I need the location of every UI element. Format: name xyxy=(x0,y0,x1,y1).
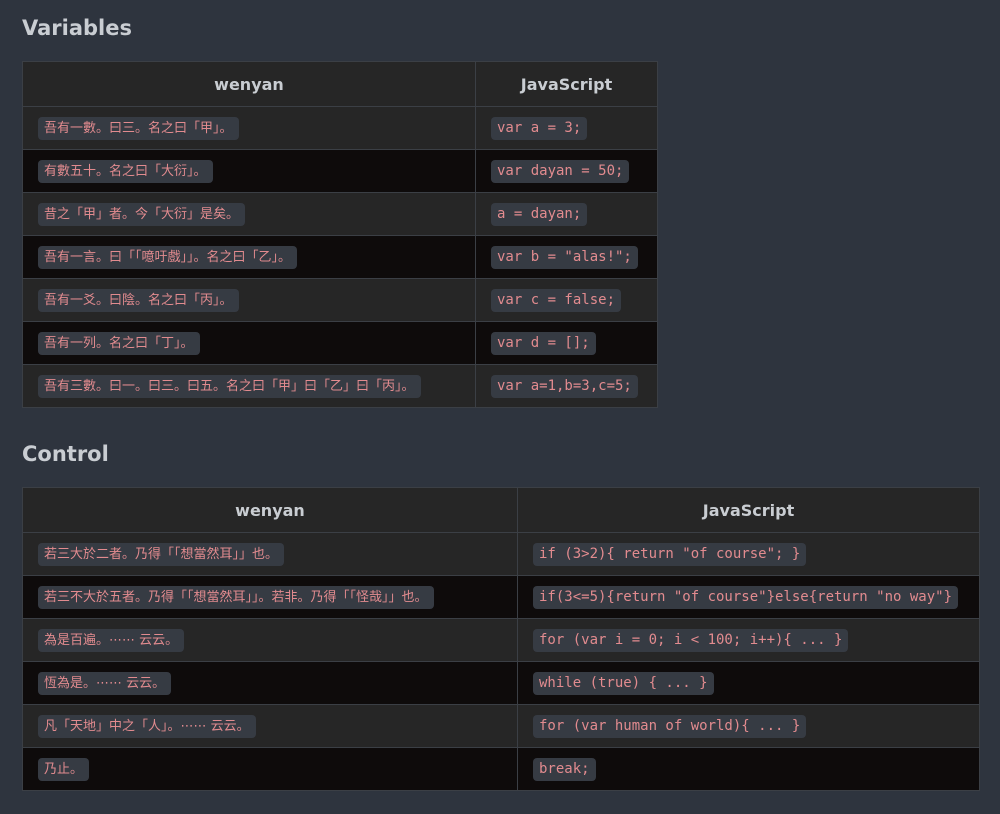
table-row: 若三不大於五者。乃得「「想當然耳」」。若非。乃得「「怪哉」」也。 if(3<=5… xyxy=(22,575,980,619)
javascript-cell: var d = []; xyxy=(475,321,658,365)
javascript-code: for (var i = 0; i < 100; i++){ ... } xyxy=(533,628,849,652)
wenyan-cell: 若三大於二者。乃得「「想當然耳」」也。 xyxy=(22,532,518,576)
javascript-cell: var c = false; xyxy=(475,278,658,322)
wenyan-code: 為是百遍。⋯⋯ 云云。 xyxy=(38,628,185,652)
javascript-code: var c = false; xyxy=(491,288,622,312)
table-row: 乃止。 break; xyxy=(22,747,980,791)
table-row: 若三大於二者。乃得「「想當然耳」」也。 if (3>2){ return "of… xyxy=(22,532,980,576)
javascript-cell: a = dayan; xyxy=(475,192,658,236)
table-row: 凡「天地」中之「人」。⋯⋯ 云云。 for (var human of worl… xyxy=(22,704,980,748)
wenyan-cell: 昔之「甲」者。今「大衍」是矣。 xyxy=(22,192,476,236)
table-row: 吾有一數。曰三。名之曰「甲」。 var a = 3; xyxy=(22,106,658,150)
wenyan-cell: 吾有一爻。曰陰。名之曰「丙」。 xyxy=(22,278,476,322)
javascript-cell: for (var i = 0; i < 100; i++){ ... } xyxy=(517,618,980,662)
table-row: 昔之「甲」者。今「大衍」是矣。 a = dayan; xyxy=(22,192,658,236)
wenyan-code: 吾有三數。曰一。曰三。曰五。名之曰「甲」曰「乙」曰「丙」。 xyxy=(38,374,421,398)
section-title-control: Control xyxy=(22,442,109,466)
wenyan-cell: 吾有三數。曰一。曰三。曰五。名之曰「甲」曰「乙」曰「丙」。 xyxy=(22,364,476,408)
column-header-wenyan: wenyan xyxy=(22,487,518,533)
javascript-cell: break; xyxy=(517,747,980,791)
wenyan-cell: 恆為是。⋯⋯ 云云。 xyxy=(22,661,518,705)
javascript-cell: while (true) { ... } xyxy=(517,661,980,705)
javascript-code: a = dayan; xyxy=(491,202,588,226)
column-header-javascript: JavaScript xyxy=(517,487,980,533)
wenyan-code: 乃止。 xyxy=(38,757,90,781)
javascript-cell: if (3>2){ return "of course"; } xyxy=(517,532,980,576)
column-header-javascript: JavaScript xyxy=(475,61,658,107)
wenyan-code: 吾有一數。曰三。名之曰「甲」。 xyxy=(38,116,239,140)
javascript-cell: var a = 3; xyxy=(475,106,658,150)
table-header-row: wenyan JavaScript xyxy=(22,61,658,107)
wenyan-code: 若三不大於五者。乃得「「想當然耳」」。若非。乃得「「怪哉」」也。 xyxy=(38,585,434,609)
wenyan-cell: 吾有一列。名之曰「丁」。 xyxy=(22,321,476,365)
wenyan-cell: 吾有一數。曰三。名之曰「甲」。 xyxy=(22,106,476,150)
wenyan-code: 吾有一列。名之曰「丁」。 xyxy=(38,331,200,355)
javascript-code: if (3>2){ return "of course"; } xyxy=(533,542,807,566)
javascript-cell: var dayan = 50; xyxy=(475,149,658,193)
wenyan-cell: 凡「天地」中之「人」。⋯⋯ 云云。 xyxy=(22,704,518,748)
wenyan-code: 吾有一爻。曰陰。名之曰「丙」。 xyxy=(38,288,239,312)
table-row: 有數五十。名之曰「大衍」。 var dayan = 50; xyxy=(22,149,658,193)
wenyan-code: 若三大於二者。乃得「「想當然耳」」也。 xyxy=(38,542,285,566)
table-row: 吾有一言。曰「「噫吁戲」」。名之曰「乙」。 var b = "alas!"; xyxy=(22,235,658,279)
javascript-code: while (true) { ... } xyxy=(533,671,714,695)
javascript-code: for (var human of world){ ... } xyxy=(533,714,807,738)
table-row: 吾有三數。曰一。曰三。曰五。名之曰「甲」曰「乙」曰「丙」。 var a=1,b=… xyxy=(22,364,658,408)
table-header-row: wenyan JavaScript xyxy=(22,487,980,533)
table-row: 為是百遍。⋯⋯ 云云。 for (var i = 0; i < 100; i++… xyxy=(22,618,980,662)
javascript-code: var dayan = 50; xyxy=(491,159,630,183)
wenyan-cell: 為是百遍。⋯⋯ 云云。 xyxy=(22,618,518,662)
javascript-cell: for (var human of world){ ... } xyxy=(517,704,980,748)
wenyan-code: 凡「天地」中之「人」。⋯⋯ 云云。 xyxy=(38,714,256,738)
table-row: 吾有一爻。曰陰。名之曰「丙」。 var c = false; xyxy=(22,278,658,322)
wenyan-cell: 若三不大於五者。乃得「「想當然耳」」。若非。乃得「「怪哉」」也。 xyxy=(22,575,518,619)
control-table: wenyan JavaScript 若三大於二者。乃得「「想當然耳」」也。 if… xyxy=(22,487,980,791)
javascript-code: var a=1,b=3,c=5; xyxy=(491,374,638,398)
wenyan-code: 有數五十。名之曰「大衍」。 xyxy=(38,159,213,183)
wenyan-cell: 有數五十。名之曰「大衍」。 xyxy=(22,149,476,193)
javascript-code: var b = "alas!"; xyxy=(491,245,638,269)
javascript-code: if(3<=5){return "of course"}else{return … xyxy=(533,585,959,609)
wenyan-cell: 吾有一言。曰「「噫吁戲」」。名之曰「乙」。 xyxy=(22,235,476,279)
wenyan-code: 恆為是。⋯⋯ 云云。 xyxy=(38,671,172,695)
wenyan-code: 昔之「甲」者。今「大衍」是矣。 xyxy=(38,202,246,226)
javascript-cell: var a=1,b=3,c=5; xyxy=(475,364,658,408)
javascript-code: var a = 3; xyxy=(491,116,588,140)
table-row: 恆為是。⋯⋯ 云云。 while (true) { ... } xyxy=(22,661,980,705)
wenyan-code: 吾有一言。曰「「噫吁戲」」。名之曰「乙」。 xyxy=(38,245,298,269)
section-title-variables: Variables xyxy=(22,16,132,40)
javascript-code: var d = []; xyxy=(491,331,596,355)
javascript-code: break; xyxy=(533,757,596,781)
table-row: 吾有一列。名之曰「丁」。 var d = []; xyxy=(22,321,658,365)
column-header-wenyan: wenyan xyxy=(22,61,476,107)
wenyan-cell: 乃止。 xyxy=(22,747,518,791)
javascript-cell: var b = "alas!"; xyxy=(475,235,658,279)
variables-table: wenyan JavaScript 吾有一數。曰三。名之曰「甲」。 var a … xyxy=(22,61,658,408)
javascript-cell: if(3<=5){return "of course"}else{return … xyxy=(517,575,980,619)
